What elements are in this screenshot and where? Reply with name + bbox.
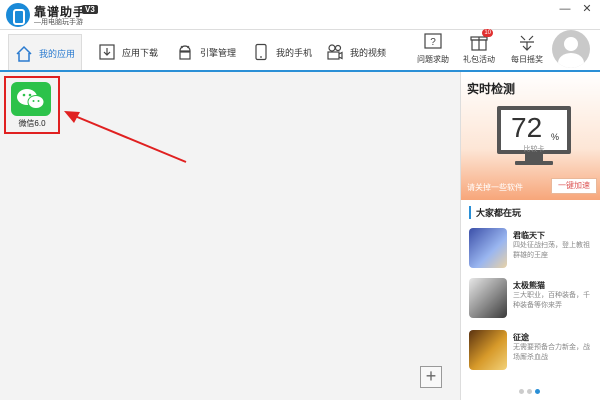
game-item[interactable]: 君临天下 四处征战扫荡，登上教祖群雄的王座 (469, 228, 599, 274)
version-badge: V3 (82, 5, 98, 14)
tab-label: 我的视频 (350, 47, 387, 58)
game-desc: 三大职业，百种装备，千种装备等你来弄 (513, 292, 590, 309)
android-icon (176, 43, 194, 61)
game-name: 君临天下 (513, 231, 545, 240)
phone-icon (252, 43, 270, 61)
monitor-stand-base (515, 161, 553, 165)
help-button[interactable]: ? 问题求助 (410, 32, 456, 65)
tab-my-apps[interactable]: 我的应用 (8, 34, 83, 72)
monitor-compare-label: 比较卡 (523, 146, 545, 153)
game-item[interactable]: 太极熊猫 三大职业，百种装备，千种装备等你来弄 (469, 278, 599, 324)
game-thumbnail (469, 330, 507, 370)
close-button[interactable]: ✕ (578, 2, 596, 16)
gift-label: 礼包活动 (463, 55, 495, 64)
app-logo-icon (6, 3, 30, 27)
game-item[interactable]: 征途 无需要预备合力新金，战场厮杀血战 (469, 330, 599, 376)
right-panel: 实时检测 72 % 比较卡 请关掉一些软件 一键加速 大家都在玩 君临天下 四处… (460, 72, 600, 400)
lottery-label: 每日摇奖 (511, 55, 543, 64)
tab-my-phone[interactable]: 我的手机 (246, 34, 318, 70)
svg-text:?: ? (430, 37, 436, 48)
game-name: 太极熊猫 (513, 281, 545, 290)
gift-icon: 10 (469, 29, 493, 52)
carousel-dots (519, 389, 540, 394)
title-bar: 靠谱助手 V3 —用电脑玩手游 — ✕ (0, 0, 600, 30)
tab-label: 应用下载 (122, 47, 159, 58)
carousel-dot-active[interactable] (535, 389, 540, 394)
help-label: 问题求助 (417, 55, 449, 64)
monitor-screen-icon: 72 % 比较卡 (497, 106, 571, 154)
game-thumbnail (469, 228, 507, 268)
carousel-dot[interactable] (527, 389, 532, 394)
realtime-monitor: 实时检测 72 % 比较卡 请关掉一些软件 一键加速 (461, 72, 600, 200)
app-label: 微信6.0 (18, 119, 46, 128)
monitor-unit: % (551, 132, 560, 142)
monitor-score: 72 (511, 112, 543, 143)
tab-label: 引擎管理 (200, 47, 237, 58)
game-desc: 四处征战扫荡，登上教祖群雄的王座 (513, 242, 590, 259)
tab-engine-manage[interactable]: 引擎管理 (170, 34, 242, 70)
help-icon: ? (423, 32, 443, 52)
monitor-tip: 请关掉一些软件 (467, 183, 523, 192)
wechat-icon (11, 82, 51, 116)
gift-button[interactable]: 10 礼包活动 (456, 29, 502, 65)
lottery-button[interactable]: 每日摇奖 (504, 32, 550, 65)
gift-badge: 10 (482, 29, 493, 37)
monitor-title: 实时检测 (467, 82, 516, 96)
app-tile-wechat[interactable]: 微信6.0 (4, 76, 60, 134)
main-content: 微信6.0 + (0, 72, 460, 400)
add-app-button[interactable]: + (420, 366, 442, 388)
tab-my-video[interactable]: 我的视频 (320, 34, 392, 70)
minimize-button[interactable]: — (556, 2, 574, 16)
video-icon (326, 43, 344, 61)
annotation-arrow (64, 111, 187, 163)
download-icon (98, 43, 116, 61)
tab-app-download[interactable]: 应用下载 (92, 34, 164, 70)
speed-up-button[interactable]: 一键加速 (551, 178, 597, 194)
game-desc: 无需要预备合力新金，战场厮杀血战 (513, 344, 590, 361)
lottery-icon (517, 32, 537, 52)
user-avatar[interactable] (552, 30, 590, 68)
game-thumbnail (469, 278, 507, 318)
tab-label: 我的应用 (39, 49, 76, 59)
nav-bar: 我的应用 应用下载 引擎管理 我的手机 我的视频 ? 问题求助 10 礼包活动 … (0, 29, 600, 72)
app-subtitle: —用电脑玩手游 (34, 19, 83, 26)
home-icon (15, 45, 33, 63)
game-name: 征途 (513, 333, 529, 342)
tab-label: 我的手机 (276, 47, 313, 58)
carousel-dot[interactable] (519, 389, 524, 394)
section-title: 大家都在玩 (469, 206, 521, 219)
